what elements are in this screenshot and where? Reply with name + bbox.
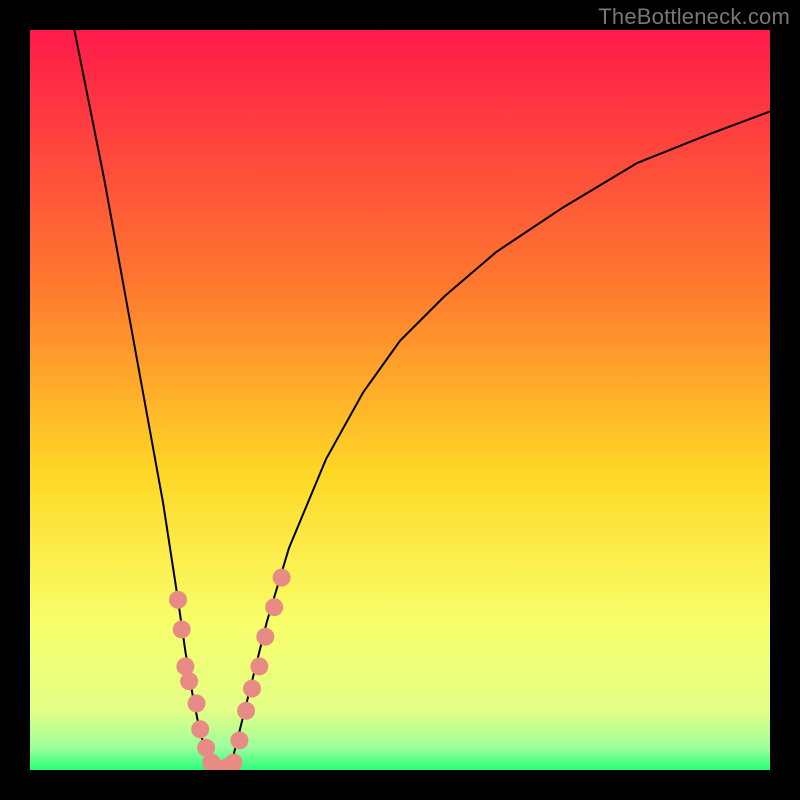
watermark-text: TheBottleneck.com bbox=[598, 4, 790, 30]
marker-dot bbox=[169, 591, 187, 609]
marker-dot bbox=[191, 720, 209, 738]
marker-dot bbox=[256, 628, 274, 646]
marker-dot bbox=[188, 694, 206, 712]
marker-dot bbox=[180, 672, 198, 690]
marker-dot bbox=[273, 569, 291, 587]
marker-dot bbox=[173, 620, 191, 638]
marker-dot bbox=[243, 680, 261, 698]
chart-background bbox=[30, 30, 770, 770]
marker-dot bbox=[250, 657, 268, 675]
chart-svg bbox=[30, 30, 770, 770]
marker-dot bbox=[230, 731, 248, 749]
marker-dot bbox=[265, 598, 283, 616]
plot-area bbox=[30, 30, 770, 770]
marker-dot bbox=[237, 702, 255, 720]
